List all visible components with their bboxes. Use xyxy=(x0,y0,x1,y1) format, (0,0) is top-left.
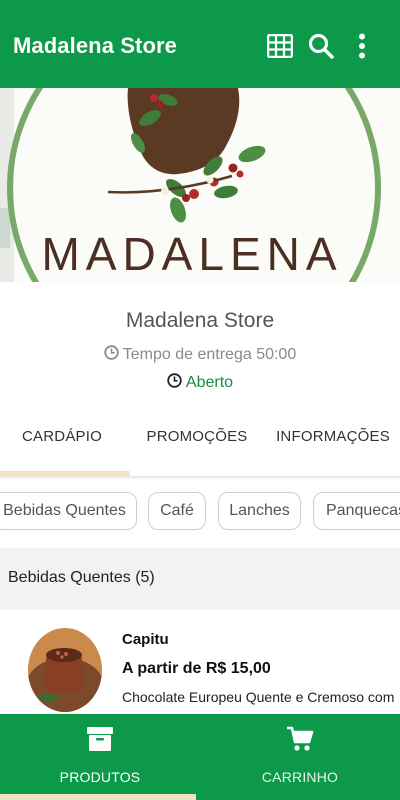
store-banner: MADALENA xyxy=(0,88,400,282)
app-title: Madalena Store xyxy=(13,33,178,58)
category-chips: Bebidas Quentes Café Lanches Panquecas xyxy=(0,492,400,532)
nav-label-carrinho: CARRINHO xyxy=(261,769,339,785)
grid-icon[interactable] xyxy=(266,32,294,60)
logo-wordmark: MADALENA xyxy=(41,228,342,280)
section-title: Bebidas Quentes (5) xyxy=(8,569,155,586)
product-description: Chocolate Europeu Quente e Cremoso com xyxy=(122,689,395,705)
product-name[interactable]: Capitu xyxy=(122,631,169,648)
product-image[interactable] xyxy=(28,628,102,712)
delivery-time-text: Tempo de entrega 50:00 xyxy=(122,346,297,363)
app-bar: Madalena Store xyxy=(0,0,400,88)
search-icon[interactable] xyxy=(307,32,335,60)
status-text: Aberto xyxy=(185,374,234,391)
clock-icon xyxy=(104,345,119,365)
more-vert-icon[interactable] xyxy=(348,32,376,60)
store-status: Aberto xyxy=(0,373,400,393)
chip-cafe[interactable]: Café xyxy=(148,492,206,530)
chip-lanches[interactable]: Lanches xyxy=(218,492,301,530)
chip-panquecas[interactable]: Panquecas xyxy=(313,492,400,530)
nav-produtos[interactable]: PRODUTOS xyxy=(0,714,200,800)
tab-cardapio[interactable]: CARDÁPIO xyxy=(0,410,124,462)
tabs-divider xyxy=(0,476,400,480)
tab-promocoes[interactable]: PROMOÇÕES xyxy=(133,410,261,462)
chip-bebidas-quentes[interactable]: Bebidas Quentes xyxy=(0,492,137,530)
bottom-navigation: PRODUTOS CARRINHO xyxy=(0,714,400,800)
archive-box-icon xyxy=(85,724,115,754)
nav-carrinho[interactable]: CARRINHO xyxy=(200,714,400,800)
nav-label-produtos: PRODUTOS xyxy=(59,769,141,785)
tab-informacoes[interactable]: INFORMAÇÕES xyxy=(272,410,394,462)
cart-icon xyxy=(285,724,315,754)
store-name: Madalena Store xyxy=(125,309,275,332)
active-nav-indicator xyxy=(0,794,196,800)
menu-tabs: CARDÁPIO PROMOÇÕES INFORMAÇÕES xyxy=(0,410,400,478)
delivery-time: Tempo de entrega 50:00 xyxy=(0,345,400,365)
clock-icon xyxy=(167,373,182,393)
product-price: A partir de R$ 15,00 xyxy=(122,660,271,677)
